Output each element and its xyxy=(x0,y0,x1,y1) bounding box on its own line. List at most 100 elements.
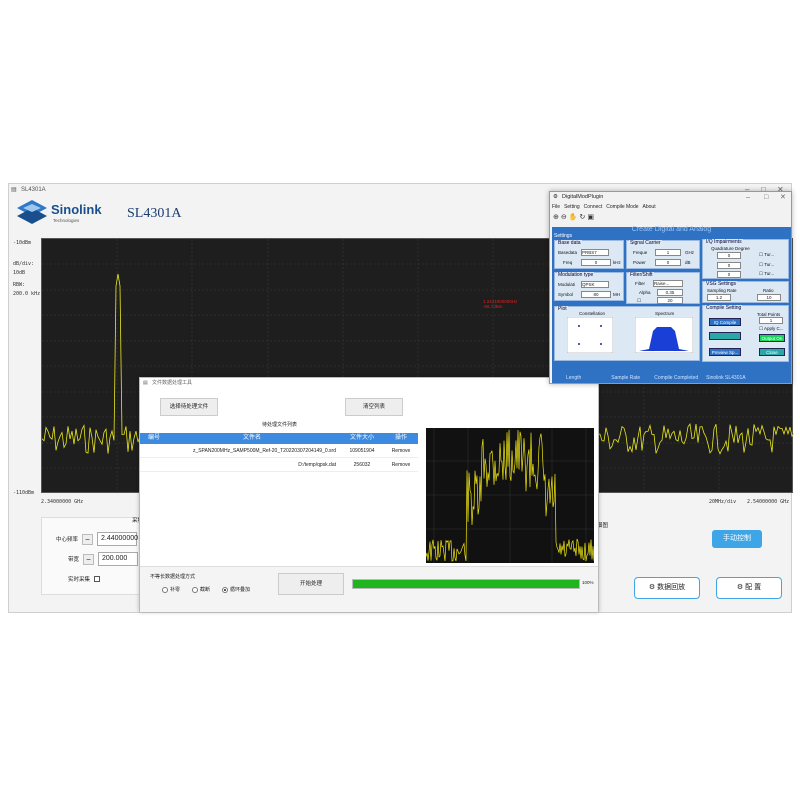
digital-mod-plugin-window: ⚙ DigitalModPlugin – □ ✕ File Setting Co… xyxy=(549,191,792,384)
dialog-titlebar: ▤ 文件数据处理工具 xyxy=(140,378,598,389)
preview-spectrum-button[interactable]: Preview Sp... xyxy=(709,348,741,356)
realtime-checkbox[interactable] xyxy=(94,576,101,582)
quadrature-label: Quadrature Degree xyxy=(711,246,750,251)
quadrature-input[interactable]: 0 xyxy=(717,252,741,259)
rbw-label: RBW: xyxy=(13,282,26,288)
output-on-button[interactable]: Output On xyxy=(759,334,785,342)
status-length: Length xyxy=(566,375,582,381)
freq-input[interactable]: 0 xyxy=(581,259,611,266)
menu-compile-mode[interactable]: Compile Mode xyxy=(606,204,638,210)
row-filename: z_SPAN200MHz_SAMP500M_Ref-20_T2022030720… xyxy=(192,448,336,454)
progress-text: 100% xyxy=(582,580,594,585)
iq-input-2[interactable]: 0 xyxy=(717,262,741,269)
manual-control-button[interactable]: 手动控制 xyxy=(712,530,762,548)
filter-length-input[interactable]: 20 xyxy=(657,297,683,304)
turn-checkbox-3[interactable]: ☐ Tur... xyxy=(759,271,774,277)
iq-compile-button[interactable]: IQ Compile xyxy=(709,318,741,326)
realtime-label: 实时采集 xyxy=(68,577,91,583)
table-row[interactable]: z_SPAN200MHz_SAMP500M_Ref-20_T2022030720… xyxy=(140,444,418,458)
freq-unit: kHz xyxy=(613,260,621,265)
turn-checkbox-2[interactable]: ☐ Tur... xyxy=(759,262,774,268)
save-icon[interactable]: ▣ xyxy=(587,214,596,221)
remove-button[interactable]: Remove xyxy=(384,458,418,471)
center-freq-label: 中心频率 xyxy=(56,537,79,543)
col-filename: 文件名 xyxy=(242,435,261,441)
plugin-app-icon: ⚙ xyxy=(553,194,558,200)
center-freq-decrement-button[interactable]: − xyxy=(82,533,94,545)
filter-checkbox[interactable]: ☐ xyxy=(637,298,641,304)
span-row: 带宽 − 200.000 xyxy=(68,552,139,566)
bottom-level-label: -110dBm xyxy=(13,490,35,496)
modulation-group: Modulation type Modulati QPSK Symbol 80 … xyxy=(554,272,624,301)
sampling-rate-label: Sampling Rate xyxy=(707,288,737,293)
config-button[interactable]: ⚙ 配 置 xyxy=(716,577,782,599)
modulation-label: Modulati xyxy=(558,282,576,287)
modulation-select[interactable]: QPSK xyxy=(581,281,609,288)
mode-radio-truncate[interactable]: 截断 xyxy=(191,586,210,593)
carrier-freq-input[interactable]: 1 xyxy=(655,249,681,256)
mode-radio-group: 补零 截断 循环叠加 xyxy=(162,586,260,595)
compile-setting-group: Compile Setting Total Points 1 IQ Compil… xyxy=(702,305,789,362)
ratio-label: Ratio xyxy=(763,288,774,293)
center-freq-row: 中心频率 − 2.44000000 xyxy=(56,532,138,546)
plugin-close-button[interactable]: ✕ xyxy=(780,192,786,203)
plugin-status-bar: Length Sample Rate Compile Completed Sin… xyxy=(552,373,791,383)
table-row[interactable]: D:/temp/qpsk.dat 256032 Remove xyxy=(140,458,418,472)
plugin-spectrum-plot xyxy=(635,317,693,353)
start-freq-label: 2.34000000 GHz xyxy=(41,499,84,505)
col-action: 操作 xyxy=(394,435,407,441)
start-processing-button[interactable]: 开始处理 xyxy=(278,573,344,595)
status-sample-rate: Sample Rate xyxy=(611,375,641,381)
menu-connect[interactable]: Connect xyxy=(584,204,603,210)
select-files-button[interactable]: 选择待处理文件 xyxy=(160,398,218,416)
total-points-input[interactable]: 1 xyxy=(759,317,783,324)
menu-file[interactable]: File xyxy=(552,204,560,210)
logo-subtext: Technologies xyxy=(53,218,80,223)
ref-level-label: -10dBm xyxy=(13,240,32,246)
freq-label: Freq xyxy=(563,260,573,265)
zoom-in-icon[interactable]: ⊕ xyxy=(553,214,561,221)
apply-checkbox[interactable]: ☐ Apply C... xyxy=(759,326,784,332)
iq-title: I/Q Impairments xyxy=(705,239,743,245)
vsg-title: VSG Settings xyxy=(705,281,738,287)
plot-title: Plot xyxy=(557,306,568,312)
menu-about[interactable]: About xyxy=(643,204,656,210)
compile-close-button[interactable]: Close xyxy=(759,348,785,356)
span-input[interactable]: 200.000 xyxy=(98,552,139,566)
plot-group: Plot Constellation Spectrum xyxy=(554,306,700,361)
filter-title: Filter/Shift xyxy=(629,272,654,278)
remove-button[interactable]: Remove xyxy=(384,444,418,457)
alpha-input[interactable]: 0.35 xyxy=(657,289,683,296)
signal-carrier-group: Signal Carrier Freque 1 GHz Power 0 dB xyxy=(626,240,700,269)
carrier-power-input[interactable]: 0 xyxy=(655,259,681,266)
menu-setting[interactable]: Setting xyxy=(564,204,580,210)
plugin-minimize-button[interactable]: – xyxy=(746,192,750,203)
span-decrement-button[interactable]: − xyxy=(83,553,95,565)
zoom-out-icon[interactable]: ⊖ xyxy=(561,214,569,221)
turn-checkbox-1[interactable]: ☐ Tur... xyxy=(759,252,774,258)
constellation-plot xyxy=(567,317,613,353)
iq-input-3[interactable]: 0 xyxy=(717,271,741,278)
base-data-title: Base data xyxy=(557,240,582,246)
mode-radio-loop-overlay[interactable]: 循环叠加 xyxy=(221,586,250,593)
pan-icon[interactable]: ✋ xyxy=(569,214,580,221)
plugin-maximize-button[interactable]: □ xyxy=(764,192,768,203)
status-device: Sinolink SL4301A xyxy=(706,375,746,381)
carrier-power-label: Power xyxy=(633,260,646,265)
sampling-rate-input[interactable]: 1.2 xyxy=(707,294,731,301)
data-playback-button[interactable]: ⚙ 数据回放 xyxy=(634,577,700,599)
basedata-select[interactable]: PRBS7 xyxy=(581,249,609,256)
center-freq-input[interactable]: 2.44000000 xyxy=(97,532,138,546)
carrier-title: Signal Carrier xyxy=(629,240,662,246)
progress-bar xyxy=(352,579,580,589)
file-processing-dialog: ▤ 文件数据处理工具 选择待处理文件 清空列表 待处理文件列表 编号 文件名 文… xyxy=(139,377,599,612)
ratio-input[interactable]: 10 xyxy=(757,294,781,301)
status-compile: Compile Completed xyxy=(654,375,699,381)
filter-select[interactable]: Raise... xyxy=(653,280,683,287)
symbol-rate-input[interactable]: 80 xyxy=(581,291,611,298)
clear-list-button[interactable]: 清空列表 xyxy=(345,398,403,416)
mode-radio-zero-pad[interactable]: 补零 xyxy=(162,586,180,593)
processing-options: 不等长数据处理方式 补零 截断 循环叠加 开始处理 100% xyxy=(140,566,598,612)
plugin-menubar: File Setting Connect Compile Mode About xyxy=(552,204,656,210)
playback-gear-icon: ⚙ xyxy=(648,584,658,591)
